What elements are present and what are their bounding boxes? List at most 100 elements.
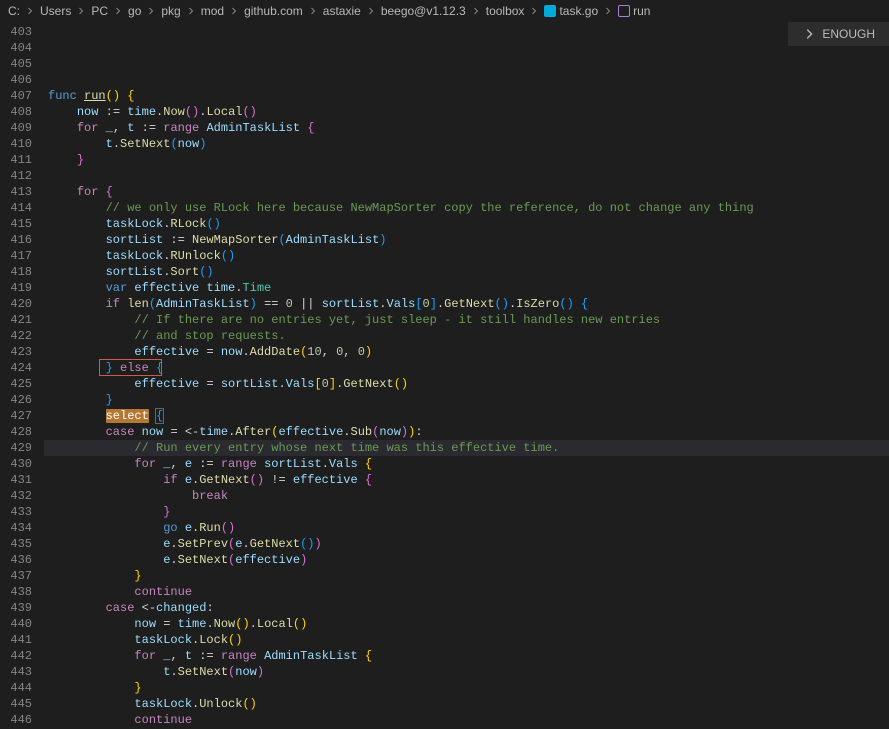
chevron-right-icon — [602, 5, 614, 17]
code-line[interactable]: } — [44, 392, 889, 408]
line-number: 431 — [0, 472, 32, 488]
code-line[interactable]: case <-changed: — [44, 600, 889, 616]
code-line[interactable]: var effective time.Time — [44, 280, 889, 296]
line-number: 414 — [0, 200, 32, 216]
code-line[interactable]: // we only use RLock here because NewMap… — [44, 200, 889, 216]
code-line[interactable]: // If there are no entries yet, just sle… — [44, 312, 889, 328]
breadcrumb-item[interactable]: github.com — [244, 4, 303, 18]
code-line[interactable]: e.SetNext(effective) — [44, 552, 889, 568]
breadcrumb-item[interactable]: mod — [201, 4, 224, 18]
line-number: 420 — [0, 296, 32, 312]
code-area[interactable]: func run() { now := time.Now().Local() f… — [44, 22, 889, 729]
line-number: 425 — [0, 376, 32, 392]
breadcrumb-item[interactable]: pkg — [161, 4, 180, 18]
chevron-right-icon — [24, 5, 36, 17]
chevron-right-icon — [228, 5, 240, 17]
chevron-right-icon — [145, 5, 157, 17]
breadcrumb-symbol[interactable]: run — [618, 4, 650, 18]
line-number: 436 — [0, 552, 32, 568]
line-number: 416 — [0, 232, 32, 248]
code-line[interactable]: continue — [44, 584, 889, 600]
code-line[interactable] — [44, 72, 889, 88]
line-number: 442 — [0, 648, 32, 664]
line-number: 434 — [0, 520, 32, 536]
code-line[interactable]: if len(AdminTaskList) == 0 || sortList.V… — [44, 296, 889, 312]
line-number: 424 — [0, 360, 32, 376]
code-line[interactable]: } else { — [44, 360, 889, 376]
line-number: 428 — [0, 424, 32, 440]
line-number: 419 — [0, 280, 32, 296]
chevron-right-icon — [365, 5, 377, 17]
line-number: 437 — [0, 568, 32, 584]
line-number: 411 — [0, 152, 32, 168]
line-number: 422 — [0, 328, 32, 344]
breadcrumb[interactable]: C: Users PC go pkg mod github.com astaxie beego@… — [0, 0, 889, 22]
line-number: 432 — [0, 488, 32, 504]
line-number: 423 — [0, 344, 32, 360]
line-number: 406 — [0, 72, 32, 88]
line-number: 441 — [0, 632, 32, 648]
editor[interactable]: 4034044054064074084094104114124134144154… — [0, 22, 889, 729]
code-line[interactable]: break — [44, 488, 889, 504]
line-number: 404 — [0, 40, 32, 56]
line-number: 418 — [0, 264, 32, 280]
line-number: 403 — [0, 24, 32, 40]
code-line[interactable]: for _, t := range AdminTaskList { — [44, 648, 889, 664]
breadcrumb-item[interactable]: go — [128, 4, 141, 18]
code-line[interactable]: // and stop requests. — [44, 328, 889, 344]
line-number: 443 — [0, 664, 32, 680]
chevron-right-icon — [112, 5, 124, 17]
code-line[interactable]: for _, t := range AdminTaskList { — [44, 120, 889, 136]
code-line[interactable]: e.SetPrev(e.GetNext()) — [44, 536, 889, 552]
code-line[interactable]: effective = now.AddDate(10, 0, 0) — [44, 344, 889, 360]
line-number: 413 — [0, 184, 32, 200]
chevron-right-icon — [307, 5, 319, 17]
code-line[interactable]: func run() { — [44, 88, 889, 104]
code-line[interactable]: continue — [44, 712, 889, 728]
line-number: 439 — [0, 600, 32, 616]
code-line[interactable]: effective = sortList.Vals[0].GetNext() — [44, 376, 889, 392]
code-line[interactable]: } — [44, 568, 889, 584]
code-line[interactable]: taskLock.Unlock() — [44, 696, 889, 712]
code-line[interactable]: // Run every entry whose next time was t… — [44, 440, 889, 456]
code-line[interactable]: now := time.Now().Local() — [44, 104, 889, 120]
code-line[interactable]: taskLock.RLock() — [44, 216, 889, 232]
breadcrumb-item[interactable]: Users — [40, 4, 71, 18]
code-line[interactable]: sortList := NewMapSorter(AdminTaskList) — [44, 232, 889, 248]
line-number: 408 — [0, 104, 32, 120]
line-number: 409 — [0, 120, 32, 136]
code-line[interactable]: select { — [44, 408, 889, 424]
line-number: 445 — [0, 696, 32, 712]
chevron-right-icon — [75, 5, 87, 17]
code-line[interactable]: case now = <-time.After(effective.Sub(no… — [44, 424, 889, 440]
code-line[interactable]: go e.Run() — [44, 520, 889, 536]
code-line[interactable]: } — [44, 680, 889, 696]
code-line[interactable]: } — [44, 504, 889, 520]
breadcrumb-item[interactable]: C: — [8, 4, 20, 18]
code-line[interactable]: for _, e := range sortList.Vals { — [44, 456, 889, 472]
code-line[interactable]: now = time.Now().Local() — [44, 616, 889, 632]
breadcrumb-item[interactable]: toolbox — [486, 4, 525, 18]
line-number: 435 — [0, 536, 32, 552]
line-number: 405 — [0, 56, 32, 72]
code-line[interactable]: sortList.Sort() — [44, 264, 889, 280]
breadcrumb-item[interactable]: beego@v1.12.3 — [381, 4, 466, 18]
breadcrumb-item[interactable]: astaxie — [323, 4, 361, 18]
code-line[interactable] — [44, 168, 889, 184]
chevron-right-icon — [528, 5, 540, 17]
code-line[interactable]: if e.GetNext() != effective { — [44, 472, 889, 488]
code-line[interactable]: taskLock.Lock() — [44, 632, 889, 648]
breadcrumb-file[interactable]: task.go — [544, 4, 598, 18]
line-number: 426 — [0, 392, 32, 408]
code-line[interactable]: t.SetNext(now) — [44, 664, 889, 680]
code-line[interactable]: t.SetNext(now) — [44, 136, 889, 152]
chevron-right-icon — [470, 5, 482, 17]
code-line[interactable]: for { — [44, 184, 889, 200]
code-line[interactable]: taskLock.RUnlock() — [44, 248, 889, 264]
line-number: 415 — [0, 216, 32, 232]
line-number: 410 — [0, 136, 32, 152]
breadcrumb-item[interactable]: PC — [91, 4, 108, 18]
line-number: 444 — [0, 680, 32, 696]
line-number: 446 — [0, 712, 32, 728]
code-line[interactable]: } — [44, 152, 889, 168]
